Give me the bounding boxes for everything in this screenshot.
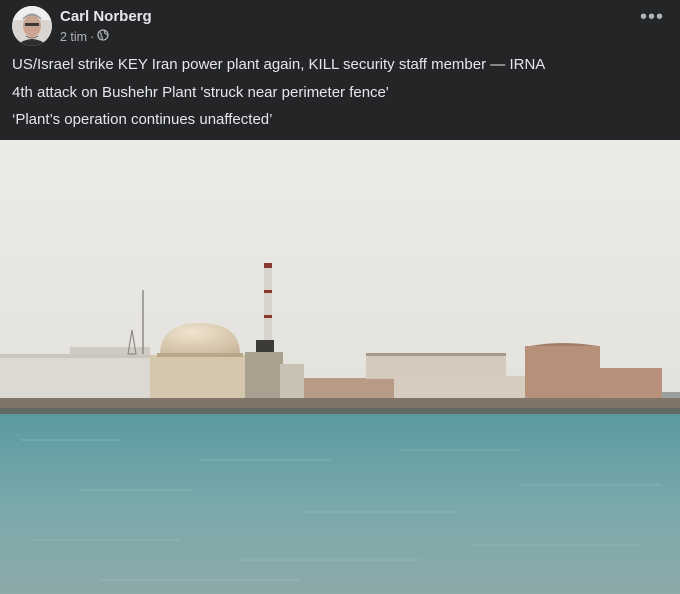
more-options-icon[interactable]: ••• — [640, 7, 663, 32]
post-line-1: US/Israel strike KEY Iran power plant ag… — [12, 56, 546, 73]
post-header: Carl Norberg 2 tim · ••• — [0, 0, 680, 52]
post-meta: 2 tim · — [60, 29, 109, 44]
power-plant-image — [0, 140, 680, 594]
post-line-3: ‘Plant’s operation continues unaffected’ — [12, 111, 273, 128]
avatar-photo — [12, 6, 52, 46]
post-timestamp[interactable]: 2 tim — [60, 30, 87, 44]
author-name[interactable]: Carl Norberg — [60, 8, 152, 25]
globe-icon[interactable] — [97, 29, 109, 44]
post-photo[interactable] — [0, 140, 680, 594]
author-avatar[interactable] — [12, 6, 52, 46]
feed-post: Carl Norberg 2 tim · ••• US/Israel strik… — [0, 0, 680, 594]
post-line-2: 4th attack on Bushehr Plant 'struck near… — [12, 84, 389, 101]
meta-separator: · — [90, 29, 95, 44]
